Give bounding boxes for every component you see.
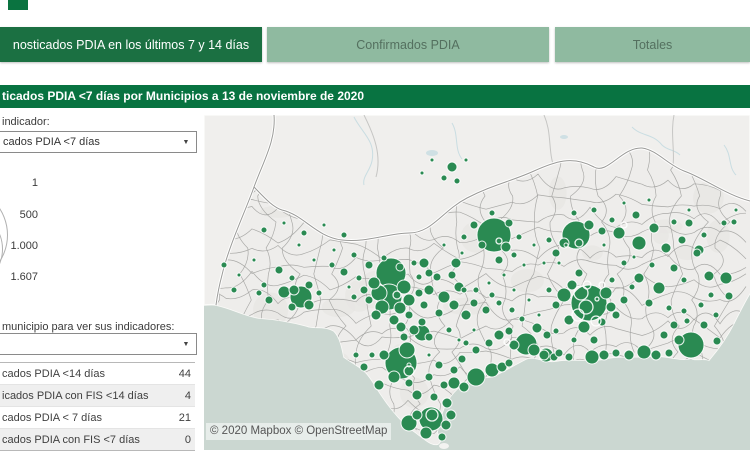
indicator-dropdown-value: cados PDIA <7 días — [3, 136, 100, 148]
row-label: cados PDIA < 7 días — [2, 411, 102, 424]
app-logo — [8, 0, 28, 10]
size-legend-value: 500 — [19, 209, 38, 221]
table-row[interactable]: cados PDIA con FIS <7 días 0 — [0, 428, 195, 450]
size-legend-circle — [0, 186, 8, 284]
gibraltar — [439, 443, 449, 449]
row-label: cados PDIA <14 días — [2, 367, 106, 380]
chevron-down-icon: ▼ — [182, 340, 190, 348]
indicator-dropdown[interactable]: cados PDIA <7 días ▼ — [0, 131, 197, 153]
osm-attribution-link[interactable]: © OpenStreetMap — [295, 425, 388, 437]
tab-label: nosticados PDIA en los últimos 7 y 14 dí… — [12, 37, 250, 52]
chevron-down-icon: ▼ — [182, 138, 190, 146]
size-legend-value: 1.607 — [10, 271, 38, 283]
map-attribution: © 2020 Mapbox © OpenStreetMap — [206, 423, 392, 440]
bubble-map[interactable]: © 2020 Mapbox © OpenStreetMap — [204, 115, 750, 450]
row-label: cados PDIA con FIS <7 días — [2, 433, 140, 446]
row-value: 44 — [178, 367, 191, 380]
municipio-label: municipio para ver sus indicadores: — [2, 321, 175, 333]
size-legend-value: 1 — [31, 177, 38, 189]
tab-label: Confirmados PDIA — [356, 37, 460, 52]
size-legend-value: 1.000 — [10, 240, 38, 252]
mapbox-attribution-link[interactable]: © 2020 Mapbox — [210, 425, 291, 437]
tab-label: Totales — [632, 37, 673, 52]
tab-strip: nosticados PDIA en los últimos 7 y 14 dí… — [0, 27, 750, 62]
indicator-table: cados PDIA <14 días 44 icados PDIA con F… — [0, 362, 195, 451]
tab-confirmados-pdia[interactable]: Confirmados PDIA — [267, 27, 549, 62]
row-label: icados PDIA con FIS <14 días — [2, 389, 149, 402]
table-row[interactable]: cados PDIA < 7 días 21 — [0, 406, 195, 428]
tab-totales[interactable]: Totales — [555, 27, 750, 62]
table-row[interactable]: cados PDIA <14 días 44 — [0, 363, 195, 384]
page-title: ticados PDIA <7 días por Municipios a 13… — [0, 85, 750, 108]
table-row[interactable]: icados PDIA con FIS <14 días 4 — [0, 384, 195, 406]
filters-panel: indicador: cados PDIA <7 días ▼ 1 500 1.… — [0, 108, 205, 451]
row-value: 0 — [184, 433, 191, 446]
tab-diagnosticados-7-14[interactable]: nosticados PDIA en los últimos 7 y 14 dí… — [0, 27, 262, 62]
row-value: 21 — [178, 411, 191, 424]
municipio-dropdown[interactable]: ▼ — [0, 333, 197, 355]
row-value: 4 — [184, 389, 191, 402]
indicator-label: indicador: — [2, 116, 50, 128]
